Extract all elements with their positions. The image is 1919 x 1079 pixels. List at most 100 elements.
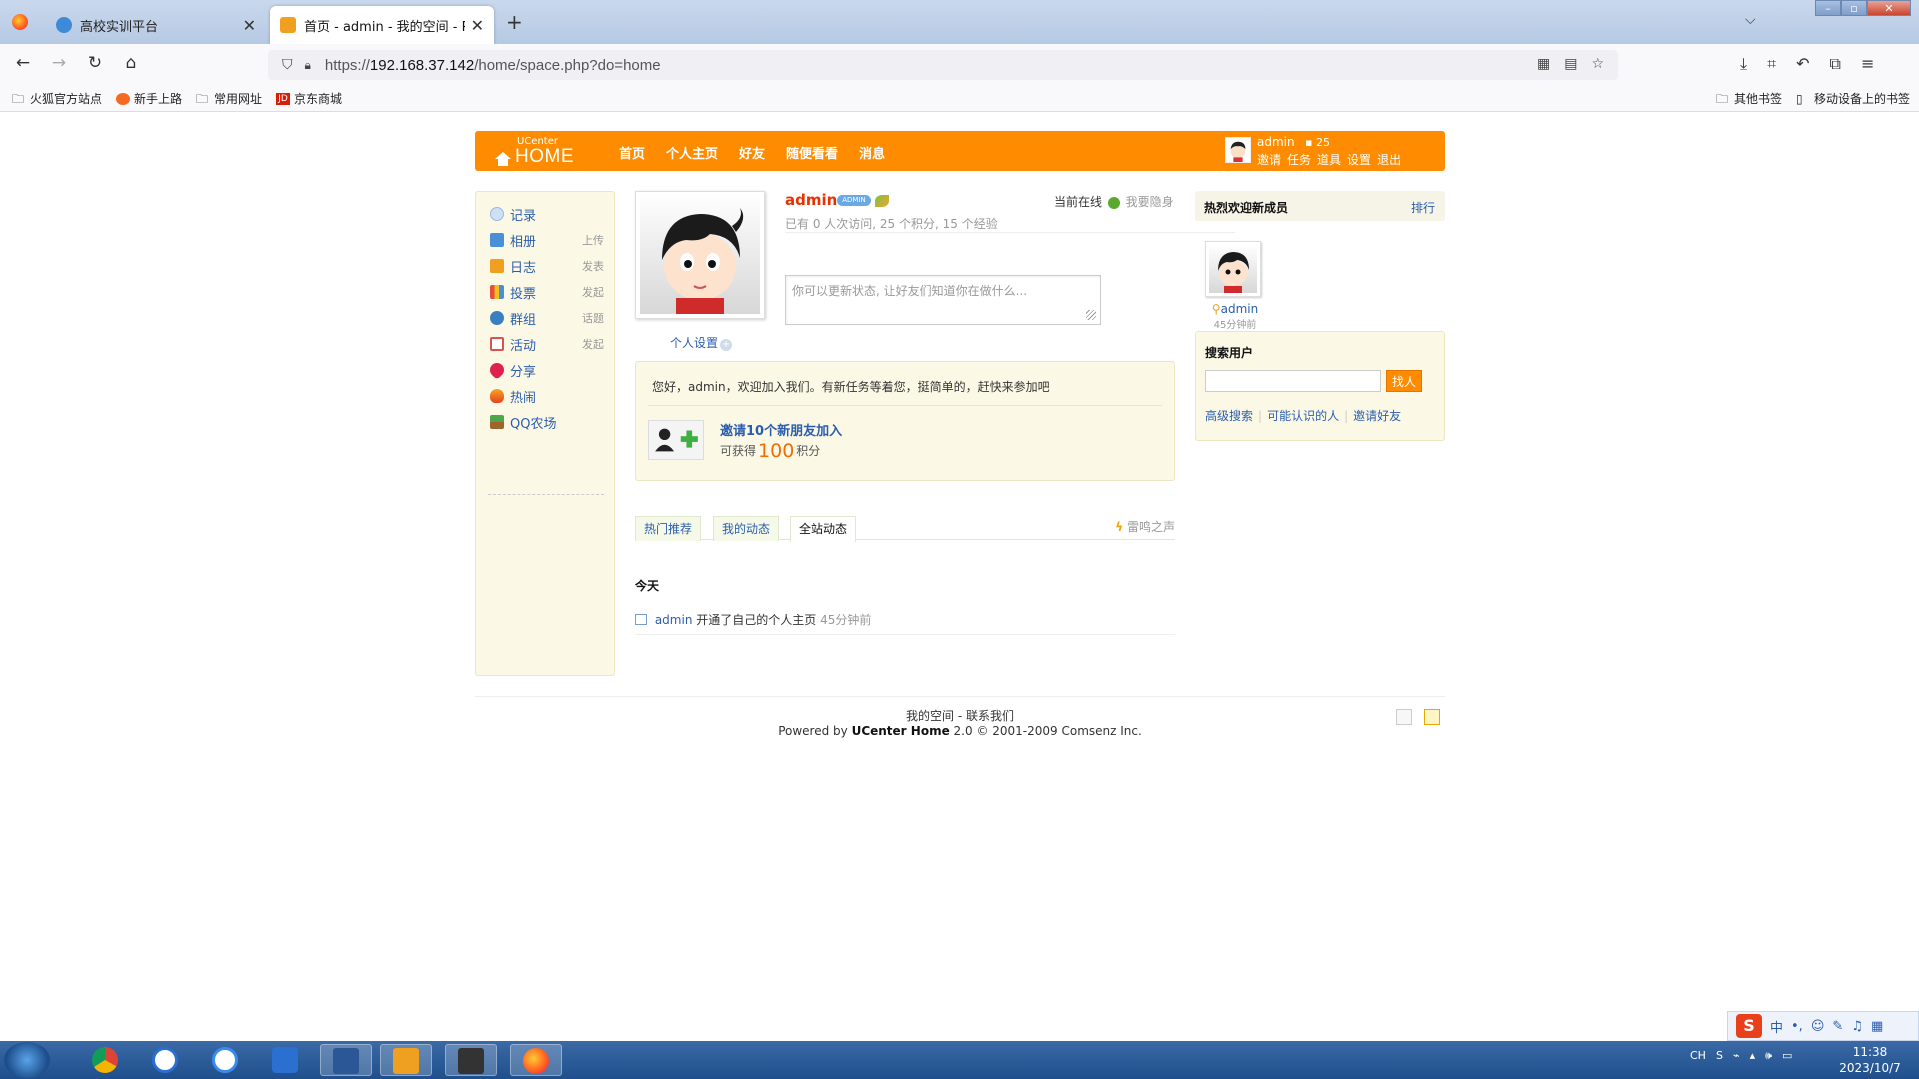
nav-browse[interactable]: 随便看看 [786,143,838,162]
tab-all-feed[interactable]: 全站动态 [790,516,857,542]
tab-training-platform[interactable]: 高校实训平台 ✕ [46,6,266,44]
tab-home[interactable]: 首页 - admin - 我的空间 - Pow ✕ [270,6,494,44]
back-icon[interactable]: ← [12,53,34,73]
punctuation-icon[interactable]: •, [1791,1019,1803,1034]
grid-icon[interactable]: ▦ [1871,1019,1883,1034]
nav-home[interactable]: 首页 [619,143,645,162]
invite-friends-link[interactable]: 邀请好友 [1353,409,1401,423]
sidebar-item-blog[interactable]: 日志 发表 [490,256,604,276]
lock-icon[interactable]: 🔒︎ [305,58,311,73]
vm-icon[interactable] [380,1044,432,1076]
firefox-icon[interactable] [510,1044,562,1076]
network-icon[interactable]: ⌁ [1733,1049,1740,1063]
reload-icon[interactable]: ↻ [84,53,106,73]
window-icon[interactable] [1424,709,1440,725]
profile-settings-link[interactable]: 个人设置 + [670,334,733,351]
start-button[interactable] [4,1042,50,1078]
list-tabs-icon[interactable]: ⌵ [1745,12,1756,28]
mic-icon[interactable]: ♫ [1851,1019,1863,1034]
go-invisible-link[interactable]: 我要隐身 [1126,195,1174,209]
find-user-button[interactable]: 找人 [1386,370,1422,392]
baidu-netdisk-icon[interactable] [200,1044,252,1076]
remote-desktop-icon[interactable] [445,1044,497,1076]
member-avatar[interactable] [1205,241,1261,297]
bookmark-item[interactable]: 新手上路 [116,90,182,107]
logout-link[interactable]: 退出 [1377,151,1401,168]
nav-messages[interactable]: 消息 [859,143,885,162]
show-hidden-icon[interactable]: ▴ [1750,1049,1756,1063]
sidebar-item-hot[interactable]: 热闹 [490,386,604,406]
clock[interactable]: 11:38 2023/10/7 [1830,1044,1910,1076]
profile-avatar[interactable] [635,191,765,319]
ime-mode[interactable]: 中 [1770,1017,1783,1036]
thunder-link[interactable]: ϟ 雷鸣之声 [1115,518,1175,535]
feed-user-link[interactable]: admin [655,613,693,627]
bookmark-item[interactable]: 🗀 常用网址 [196,90,262,107]
sogou-tray-icon[interactable]: S [1716,1049,1723,1063]
undo-icon[interactable]: ↶ [1796,54,1809,74]
close-tab-icon[interactable]: ✕ [243,16,256,35]
new-member[interactable]: ⚲admin 45分钟前 [1205,241,1265,331]
shield-icon[interactable]: ⛉ [282,57,293,73]
close-window-button[interactable]: ✕ [1867,0,1911,16]
sidebar-item-group[interactable]: 群组 话题 [490,308,604,328]
invite-task-link[interactable]: 邀请10个新朋友加入 [720,420,842,439]
invite-friends-icon[interactable] [648,420,704,460]
chrome-icon[interactable] [80,1044,132,1076]
volume-icon[interactable]: 🕪︎ [1765,1049,1772,1063]
nav-friends[interactable]: 好友 [739,143,765,162]
qr-code-icon[interactable]: ▦ [1537,56,1550,72]
nav-profile[interactable]: 个人主页 [666,143,718,162]
reader-view-icon[interactable]: ▤ [1564,56,1577,72]
emoji-icon[interactable]: ☺ [1811,1019,1825,1034]
minimize-button[interactable]: – [1815,0,1841,16]
people-you-may-know-link[interactable]: 可能认识的人 [1267,409,1339,423]
close-tab-icon[interactable]: ✕ [471,16,484,35]
sidebar-item-records[interactable]: 记录 [490,204,604,224]
crop-icon[interactable]: ⌗ [1767,54,1776,74]
home-page-icon[interactable] [1396,709,1412,725]
extensions-icon[interactable]: ⧉ [1830,54,1841,74]
advanced-search-link[interactable]: 高级搜索 [1205,409,1253,423]
firefox-icon[interactable] [12,14,28,30]
member-name[interactable]: admin [1221,302,1259,316]
avatar[interactable] [1225,137,1251,163]
tab-my-feed[interactable]: 我的动态 [713,516,780,541]
menu-icon[interactable]: ≡ [1861,54,1874,74]
maximize-button[interactable]: ▫ [1841,0,1867,16]
profile-name[interactable]: admin [785,191,837,209]
rank-link[interactable]: 排行 [1411,199,1435,216]
action-center-icon[interactable]: ▭ [1782,1049,1792,1063]
language-indicator[interactable]: CH [1690,1049,1706,1063]
clock-app-icon[interactable] [140,1044,192,1076]
sogou-icon[interactable]: S [1736,1014,1762,1038]
sidebar-item-poll[interactable]: 投票 发起 [490,282,604,302]
pen-icon[interactable]: ✎ [1832,1019,1843,1034]
invite-link[interactable]: 邀请 [1257,151,1281,168]
sidebar-item-share[interactable]: 分享 [487,360,604,380]
word-icon[interactable] [320,1044,372,1076]
bookmark-item[interactable]: JD 京东商城 [276,90,342,107]
bookmark-item[interactable]: 🗀 火狐官方站点 [12,90,102,107]
search-user-input[interactable] [1205,370,1381,392]
sidebar-item-qqfarm[interactable]: QQ农场 [490,412,604,432]
sidebar-item-album[interactable]: 相册 上传 [490,230,604,250]
star-icon[interactable]: ☆ [1591,56,1604,72]
home-icon[interactable]: ⌂ [120,53,142,73]
username[interactable]: admin [1257,135,1295,149]
props-link[interactable]: 道具 [1317,151,1341,168]
status-input[interactable]: 你可以更新状态, 让好友们知道你在做什么... [785,275,1101,325]
address-bar[interactable]: ⛉ 🔒︎ https://192.168.37.142/home/space.p… [268,50,1618,80]
sidebar-item-event[interactable]: 活动 发起 [490,334,604,354]
settings-link[interactable]: 设置 [1347,151,1371,168]
tab-hot[interactable]: 热门推荐 [635,516,702,541]
forward-icon[interactable]: → [48,53,70,73]
task-link[interactable]: 任务 [1287,151,1311,168]
bookmark-item[interactable]: 🗀 其他书签 [1716,90,1782,107]
bookmark-item[interactable]: ▯ 移动设备上的书签 [1796,90,1910,107]
feishu-icon[interactable] [260,1044,312,1076]
resize-grip-icon[interactable] [1086,310,1096,320]
new-tab-button[interactable]: + [506,10,523,34]
download-icon[interactable]: ⤓ [1740,54,1747,74]
footer-links[interactable]: 我的空间 - 联系我们 [475,707,1445,724]
